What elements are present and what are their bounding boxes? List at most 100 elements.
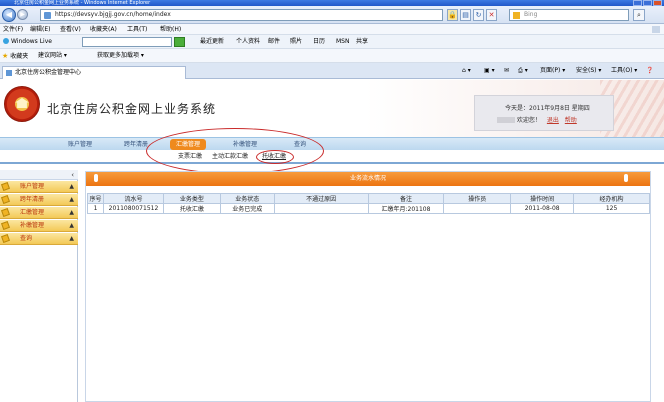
back-button[interactable]: ◀ (2, 8, 16, 22)
column-header: 操作时间 (510, 193, 575, 204)
sub-nav: 支票汇缴 主动汇款汇缴 托收汇缴 (0, 150, 664, 164)
mail-icon[interactable]: ✉ (504, 63, 509, 79)
menu-tools[interactable]: 工具(T) (127, 24, 147, 35)
table-row[interactable]: 1 2011080071512 托收汇缴 业务已完成 汇缴年月:201108 2… (87, 203, 650, 214)
cell-agency: 125 (573, 203, 650, 214)
cell-operator (443, 203, 512, 214)
sidebar-item-label: 汇缴管理 (20, 209, 45, 216)
toolbar-photos[interactable]: 照片 (290, 35, 302, 49)
cell-serial: 2011080071512 (102, 203, 164, 214)
toolbar-mail[interactable]: 邮件 (268, 35, 280, 49)
sidebar-item-cross-year[interactable]: 跨年清册 ▲ (0, 194, 78, 206)
command-safety[interactable]: 安全(S) ▾ (576, 63, 601, 79)
main-nav: 账户管理 跨年清册 汇缴管理 补缴管理 查询 (0, 137, 664, 150)
collapse-icon[interactable]: ‹ (71, 170, 74, 180)
star-icon: ★ (2, 52, 9, 60)
toolbar-profile[interactable]: 个人资料 (236, 35, 260, 49)
pin-icon (94, 174, 98, 182)
favorites-button[interactable]: ★ 收藏夹 (2, 49, 28, 64)
feeds-icon[interactable]: ▣ ▾ (484, 63, 495, 79)
column-header: 业务类型 (162, 193, 221, 204)
cell-status: 业务已完成 (219, 203, 275, 214)
sidebar-item-supplement[interactable]: 补缴管理 ▲ (0, 220, 78, 232)
stop-icon[interactable]: ✕ (486, 9, 497, 21)
suggested-sites-link[interactable]: 建议网站 ▾ (38, 49, 67, 63)
logout-link[interactable]: 退出 (547, 117, 559, 124)
cell-remark: 汇缴年月:201108 (367, 203, 445, 214)
menu-favorites[interactable]: 收藏夹(A) (90, 24, 117, 35)
user-panel: 今天是：2011年9月8日 星期四 欢迎您！ 退出 帮助 (474, 95, 614, 131)
page-icon (44, 12, 51, 19)
compat-view-icon[interactable]: ▤ (460, 9, 471, 21)
address-bar: ◀ ▶ https://devsyv.bjgjj.gov.cn/home/ind… (0, 6, 664, 24)
tab-bar: 北京住房公积金管理中心 ⌂ ▾ ▣ ▾ ✉ ⎙ ▾ 页面(P) ▾ 安全(S) … (0, 63, 664, 79)
search-input[interactable]: Bing (509, 9, 629, 21)
folder-icon (1, 208, 10, 217)
toolbar-share[interactable]: 共享 (356, 35, 368, 49)
get-addons-link[interactable]: 获取更多加载项 ▾ (97, 49, 144, 63)
sidebar: ‹ 账户管理 ▲ 跨年清册 ▲ 汇缴管理 ▲ 补缴管理 ▲ 查询 ▲ (0, 170, 78, 402)
sidebar-header: ‹ (0, 170, 78, 180)
home-icon[interactable]: ⌂ ▾ (462, 63, 471, 79)
sidebar-item-label: 跨年清册 (20, 196, 45, 203)
section-title: 业务流水情况 (349, 175, 386, 182)
search-placeholder: Bing (524, 11, 538, 18)
toolbar-msn[interactable]: MSN (336, 35, 349, 49)
live-search-input[interactable] (82, 37, 172, 47)
command-tools[interactable]: 工具(O) ▾ (611, 63, 637, 79)
pin-icon (624, 174, 628, 182)
address-tools: 🔒 ▤ ↻ ✕ (447, 9, 497, 21)
welcome-row: 欢迎您！ 退出 帮助 (497, 115, 577, 124)
annotation-circle-large (146, 128, 324, 174)
menu-help[interactable]: 帮助(H) (160, 24, 181, 35)
expand-arrow-icon: ▲ (69, 196, 74, 203)
menu-view[interactable]: 查看(V) (60, 24, 81, 35)
expand-arrow-icon: ▲ (69, 183, 74, 190)
welcome-label: 欢迎您！ (516, 117, 541, 124)
toolbar-recent[interactable]: 最近更新 (200, 35, 224, 49)
content-panel: 业务流水情况 序号 流水号 业务类型 业务状态 不通过原因 备注 操作员 操作时… (85, 171, 651, 402)
menu-edit[interactable]: 编辑(E) (30, 24, 50, 35)
bing-icon (513, 12, 520, 19)
column-header: 经办机构 (573, 193, 650, 204)
sidebar-item-account[interactable]: 账户管理 ▲ (0, 181, 78, 193)
column-header: 序号 (87, 193, 104, 204)
toolbar-calendar[interactable]: 日历 (313, 35, 325, 49)
refresh-icon[interactable]: ↻ (473, 9, 484, 21)
print-icon[interactable]: ⎙ ▾ (518, 63, 528, 79)
menu-bar: 文件(F) 编辑(E) 查看(V) 收藏夹(A) 工具(T) 帮助(H) (0, 24, 664, 35)
folder-icon (1, 234, 10, 243)
help-icon[interactable]: ❓ (646, 63, 653, 79)
command-page[interactable]: 页面(P) ▾ (540, 63, 565, 79)
user-name-redacted (497, 117, 515, 123)
browser-tab[interactable]: 北京住房公积金管理中心 (2, 66, 186, 79)
cell-time: 2011-08-08 (510, 203, 575, 214)
tab-page-icon (6, 70, 12, 76)
live-search-go-icon[interactable] (174, 37, 185, 47)
column-header: 流水号 (102, 193, 164, 204)
sidebar-item-query[interactable]: 查询 ▲ (0, 233, 78, 245)
housing-fund-logo (4, 86, 40, 122)
folder-icon (1, 195, 10, 204)
menu-file[interactable]: 文件(F) (3, 24, 23, 35)
column-header: 操作员 (443, 193, 512, 204)
forward-button[interactable]: ▶ (17, 9, 28, 20)
search-icon[interactable]: ⌕ (633, 9, 645, 21)
sidebar-item-remittance[interactable]: 汇缴管理 ▲ (0, 207, 78, 219)
url-text: https://devsyv.bjgjj.gov.cn/home/index (55, 11, 171, 18)
lock-icon[interactable]: 🔒 (447, 9, 458, 21)
folder-icon (1, 182, 10, 191)
help-link[interactable]: 帮助 (565, 117, 577, 124)
today-label: 今天是：2011年9月8日 星期四 (505, 105, 590, 112)
menu-expand-icon[interactable] (652, 26, 660, 33)
cell-reason (273, 203, 369, 214)
tab-title: 北京住房公积金管理中心 (15, 69, 82, 76)
business-flow-table: 序号 流水号 业务类型 业务状态 不通过原因 备注 操作员 操作时间 经办机构 … (87, 193, 650, 214)
expand-arrow-icon: ▲ (69, 209, 74, 216)
url-input[interactable]: https://devsyv.bjgjj.gov.cn/home/index (40, 9, 443, 21)
expand-arrow-icon: ▲ (69, 235, 74, 242)
windows-live-logo[interactable]: Windows Live (3, 35, 52, 49)
live-toolbar: Windows Live 最近更新 个人资料 邮件 照片 日历 MSN 共享 (0, 35, 664, 49)
sidebar-item-label: 查询 (20, 235, 33, 242)
annotation-circle-small (256, 150, 294, 164)
